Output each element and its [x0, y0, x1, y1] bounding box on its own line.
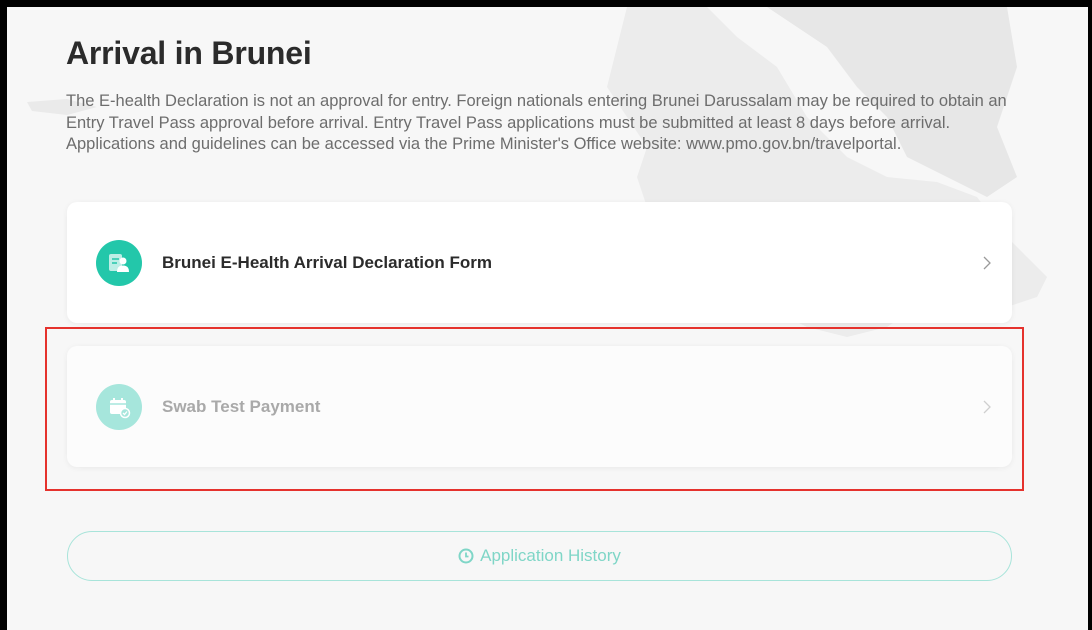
- page-title: Arrival in Brunei: [66, 35, 312, 71]
- health-form-icon: [96, 239, 142, 286]
- chevron-right-icon: [982, 255, 992, 271]
- application-history-button[interactable]: Application History: [67, 531, 1012, 581]
- card-label: Brunei E-Health Arrival Declaration Form: [162, 252, 493, 272]
- app-frame: Arrival in Brunei The E-health Declarati…: [7, 7, 1088, 630]
- clock-icon: [458, 548, 474, 564]
- intro-paragraph: The E-health Declaration is not an appro…: [66, 92, 1007, 153]
- health-declaration-card[interactable]: Brunei E-Health Arrival Declaration Form: [67, 202, 1012, 323]
- selection-highlight: [45, 327, 1024, 491]
- application-history-label: Application History: [480, 546, 621, 565]
